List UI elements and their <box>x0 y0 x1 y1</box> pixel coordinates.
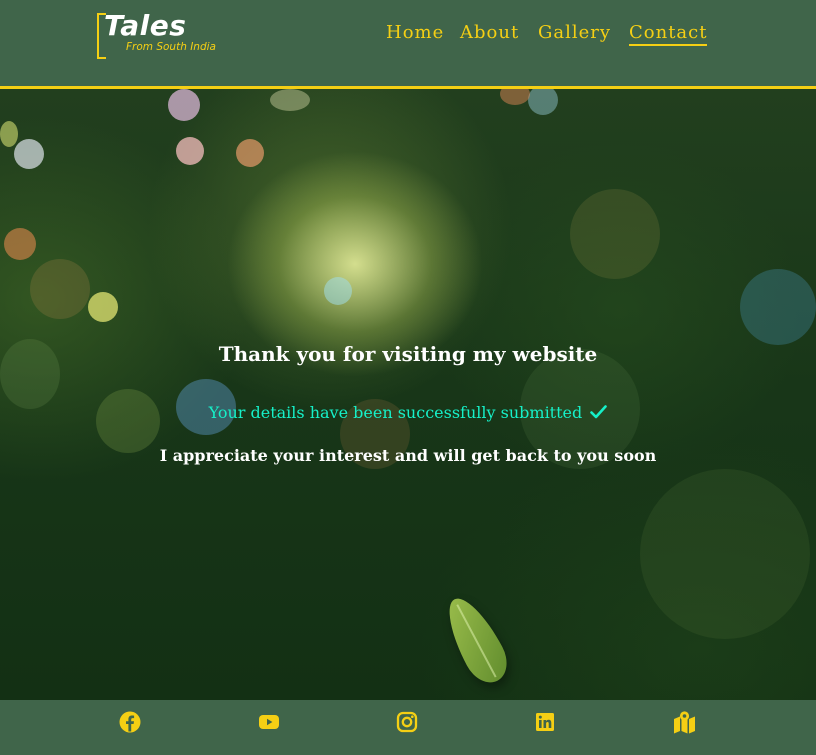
bokeh-light <box>528 89 558 115</box>
bokeh-light <box>236 139 264 167</box>
nav-about[interactable]: About <box>460 22 519 43</box>
facebook-icon[interactable] <box>118 710 142 734</box>
bokeh-light <box>0 121 18 147</box>
leaf-image <box>436 589 516 691</box>
nav-gallery[interactable]: Gallery <box>538 22 611 43</box>
nav-home[interactable]: Home <box>386 22 444 43</box>
bokeh-light <box>30 259 90 319</box>
nav-contact[interactable]: Contact <box>629 22 708 46</box>
bokeh-light <box>176 137 204 165</box>
linkedin-icon[interactable] <box>533 710 557 734</box>
instagram-icon[interactable] <box>395 710 419 734</box>
bokeh-light <box>324 277 352 305</box>
success-text: Your details have been successfully subm… <box>208 403 583 422</box>
thank-you-heading: Thank you for visiting my website <box>218 342 598 367</box>
bokeh-light <box>500 89 530 105</box>
success-message: Your details have been successfully subm… <box>0 403 816 422</box>
bokeh-light <box>168 89 200 121</box>
bokeh-light <box>4 228 36 260</box>
site-logo[interactable]: Tales From South India <box>96 9 236 60</box>
bokeh-light <box>640 469 810 639</box>
youtube-icon[interactable] <box>257 710 281 734</box>
bokeh-light <box>570 189 660 279</box>
bokeh-light <box>740 269 816 345</box>
check-icon <box>590 405 608 419</box>
navbar: Tales From South India Home About Galler… <box>0 0 816 89</box>
map-icon[interactable] <box>672 710 696 734</box>
followup-message: I appreciate your interest and will get … <box>159 446 657 465</box>
footer <box>0 700 816 755</box>
bokeh-light <box>270 89 310 111</box>
bokeh-light <box>14 139 44 169</box>
logo-title: Tales <box>104 9 187 42</box>
hero-background: Thank you for visiting my website Your d… <box>0 89 816 700</box>
bokeh-light <box>88 292 118 322</box>
logo-subtitle: From South India <box>126 41 216 53</box>
